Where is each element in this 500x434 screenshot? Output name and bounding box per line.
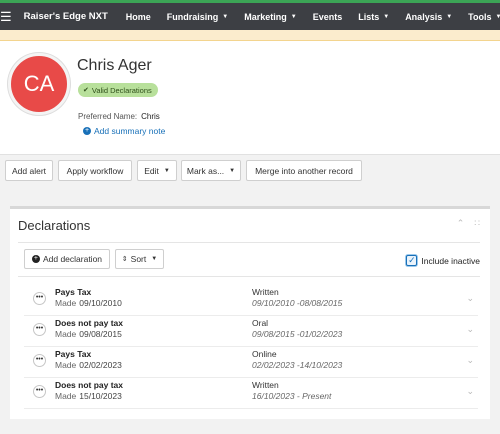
- sort-icon: ⇕: [121, 256, 128, 263]
- made-label: Made: [55, 329, 77, 339]
- add-summary-note-link[interactable]: + Add summary note: [83, 126, 165, 136]
- made-date: 02/02/2023: [79, 360, 122, 370]
- avatar: CA: [8, 53, 70, 115]
- preferred-name: Preferred Name: Chris: [78, 112, 160, 121]
- declaration-dates: 02/02/2023 -14/10/2023: [252, 360, 343, 370]
- record-header: CA Chris Ager ✔ Valid Declarations Prefe…: [0, 41, 500, 154]
- declaration-dates: 09/10/2010 -08/08/2015: [252, 298, 343, 308]
- declaration-status: Does not pay tax: [55, 380, 124, 390]
- apply-workflow-button[interactable]: Apply workflow: [58, 160, 132, 181]
- include-inactive-checkbox[interactable]: ✓: [406, 255, 418, 266]
- hamburger-menu-icon[interactable]: ☰: [0, 3, 12, 30]
- caret-down-icon: ▼: [446, 13, 453, 20]
- add-alert-button[interactable]: Add alert: [5, 160, 53, 181]
- drag-grip-icon[interactable]: ∷: [474, 218, 480, 229]
- add-declaration-button[interactable]: + Add declaration: [24, 249, 110, 269]
- preferred-name-label: Preferred Name:: [78, 112, 138, 121]
- nav-analysis[interactable]: Analysis ▼: [405, 12, 452, 22]
- list-item[interactable]: ••• Does not pay tax Made 09/08/2015 Oral…: [24, 316, 478, 347]
- nav-marketing-label: Marketing: [244, 11, 287, 22]
- chevron-down-icon[interactable]: ⌄: [466, 355, 474, 366]
- made-label: Made: [55, 298, 77, 308]
- plus-circle-icon: +: [83, 127, 91, 135]
- nav-lists[interactable]: Lists ▼: [358, 12, 389, 22]
- panel-controls: ⌃ ∷: [457, 218, 480, 229]
- caret-down-icon: ▼: [222, 13, 229, 20]
- caret-down-icon: ▼: [383, 13, 390, 20]
- more-options-icon[interactable]: •••: [33, 354, 46, 367]
- chevron-down-icon[interactable]: ⌄: [466, 324, 474, 335]
- declaration-made: Made 15/10/2023: [55, 391, 122, 401]
- list-item[interactable]: ••• Does not pay tax Made 15/10/2023 Writ…: [24, 378, 478, 409]
- app-brand[interactable]: Raiser's Edge NXT: [24, 11, 108, 22]
- check-icon: ✔: [83, 87, 89, 94]
- declaration-type: Written: [252, 380, 279, 390]
- mark-as-button-label: Mark as...: [186, 165, 225, 176]
- divider: [18, 276, 480, 277]
- declaration-made: Made 09/10/2010: [55, 298, 122, 308]
- status-badge: ✔ Valid Declarations: [78, 83, 158, 97]
- declaration-type: Online: [252, 349, 277, 359]
- nav-tools[interactable]: Tools ▼: [468, 12, 500, 22]
- declaration-status: Pays Tax: [55, 287, 92, 297]
- caret-down-icon: ▼: [495, 13, 500, 20]
- include-inactive-toggle[interactable]: ✓ Include inactive: [406, 255, 480, 266]
- nav-lists-label: Lists: [358, 11, 380, 22]
- more-options-icon[interactable]: •••: [33, 385, 46, 398]
- avatar-initials: CA: [23, 71, 55, 96]
- declarations-panel: Declarations ⌃ ∷ + Add declaration ⇕ Sor…: [10, 206, 490, 419]
- nav-home-label: Home: [125, 11, 151, 22]
- declaration-dates: 09/08/2015 -01/02/2023: [252, 329, 343, 339]
- caret-down-icon: ▼: [163, 167, 170, 174]
- caret-down-icon: ▼: [151, 256, 158, 262]
- edit-button[interactable]: Edit ▼: [137, 160, 177, 181]
- preferred-name-value: Chris: [141, 112, 160, 121]
- add-declaration-label: Add declaration: [42, 254, 103, 264]
- list-item[interactable]: ••• Pays Tax Made 09/10/2010 Written 09/1…: [24, 285, 478, 316]
- edit-button-label: Edit: [144, 165, 159, 176]
- merge-record-button[interactable]: Merge into another record: [246, 160, 362, 181]
- made-label: Made: [55, 391, 77, 401]
- panel-title: Declarations: [18, 218, 91, 233]
- notice-banner: [0, 30, 500, 41]
- declaration-type: Written: [252, 287, 279, 297]
- collapse-chevron-icon[interactable]: ⌃: [457, 218, 465, 229]
- sort-label: Sort: [130, 254, 147, 264]
- declaration-status: Does not pay tax: [55, 318, 124, 328]
- sort-button[interactable]: ⇕ Sort ▼: [115, 249, 164, 269]
- nav-fundraising-label: Fundraising: [166, 11, 219, 22]
- action-bar: Add alert Apply workflow Edit ▼ Mark as..…: [0, 154, 500, 186]
- nav-events[interactable]: Events: [313, 12, 343, 22]
- declaration-status: Pays Tax: [55, 349, 92, 359]
- made-date: 09/08/2015: [79, 329, 122, 339]
- top-nav-bar: ☰ Raiser's Edge NXT Home Fundraising ▼ Ma…: [0, 0, 500, 30]
- nav-tools-label: Tools: [468, 11, 492, 22]
- divider: [18, 242, 480, 243]
- nav-home[interactable]: Home: [126, 12, 151, 22]
- nav-analysis-label: Analysis: [405, 11, 443, 22]
- record-name: Chris Ager: [77, 57, 152, 74]
- list-item[interactable]: ••• Pays Tax Made 02/02/2023 Online 02/02…: [24, 347, 478, 378]
- declaration-type: Oral: [252, 318, 269, 328]
- more-options-icon[interactable]: •••: [33, 292, 46, 305]
- nav-events-label: Events: [312, 11, 343, 22]
- status-badge-label: Valid Declarations: [91, 85, 152, 95]
- caret-down-icon: ▼: [290, 13, 297, 20]
- made-date: 09/10/2010: [79, 298, 122, 308]
- plus-circle-icon: +: [31, 255, 40, 263]
- made-label: Made: [55, 360, 77, 370]
- declaration-dates: 16/10/2023 - Present: [252, 391, 332, 401]
- more-options-icon[interactable]: •••: [33, 323, 46, 336]
- include-inactive-label: Include inactive: [421, 255, 480, 266]
- chevron-down-icon[interactable]: ⌄: [466, 293, 474, 304]
- add-summary-note-label: Add summary note: [94, 126, 166, 136]
- nav-marketing[interactable]: Marketing ▼: [244, 12, 296, 22]
- declaration-made: Made 09/08/2015: [55, 329, 122, 339]
- caret-down-icon: ▼: [229, 167, 236, 174]
- mark-as-button[interactable]: Mark as... ▼: [181, 160, 241, 181]
- declaration-made: Made 02/02/2023: [55, 360, 122, 370]
- chevron-down-icon[interactable]: ⌄: [466, 386, 474, 397]
- nav-fundraising[interactable]: Fundraising ▼: [167, 12, 228, 22]
- made-date: 15/10/2023: [79, 391, 122, 401]
